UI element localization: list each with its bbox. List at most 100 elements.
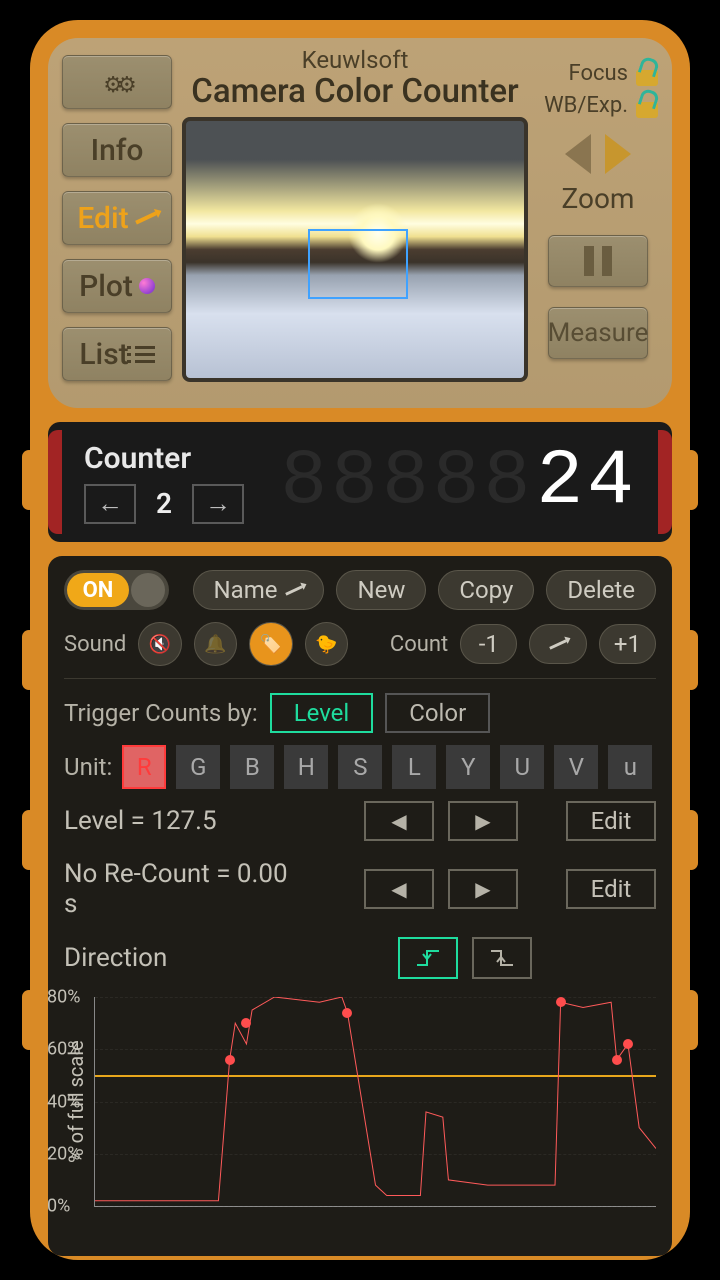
sound-mute-button[interactable]: 🔇 [138,622,181,666]
measure-button[interactable]: Measure [548,307,648,359]
plot-button[interactable]: Plot [62,259,172,313]
gears-icon [103,65,130,100]
info-button[interactable]: Info [62,123,172,177]
falling-edge-icon [489,947,515,969]
signal-chart: % of full scale 0%20%40%60%80% [64,997,656,1207]
top-panel: Info Edit Plot List Keuwlsoft Camera Col… [48,38,672,408]
plot-label: Plot [79,269,133,304]
plot-icon [139,278,155,294]
level-edit-button[interactable]: Edit [566,801,656,841]
right-column: Focus WB/Exp. Zoom Measure [538,50,658,394]
padlock-icon [636,60,658,86]
name-label: Name [214,576,278,604]
power-toggle[interactable]: ON [64,570,169,610]
recount-decrease-button[interactable]: ◀ [364,869,434,909]
count-plus-button[interactable]: +1 [599,624,656,664]
sound-bell-button[interactable]: 🔔 [194,622,237,666]
settings-button[interactable] [62,55,172,109]
device-frame: Info Edit Plot List Keuwlsoft Camera Col… [30,20,690,1260]
toggle-on-label: ON [67,573,129,607]
ytick-label: 60% [47,1039,80,1060]
counter-index: 2 [156,487,172,520]
trigger-color-button[interactable]: Color [385,693,490,733]
app-title: Camera Color Counter [182,72,528,111]
ytick-label: 40% [47,1091,80,1112]
trigger-label: Trigger Counts by: [64,699,258,727]
unit-u-button[interactable]: U [500,745,544,789]
ytick-label: 80% [47,987,80,1008]
counter-prev-button[interactable]: ← [84,484,136,524]
count-label: Count [390,632,448,657]
zoom-out-button[interactable] [565,134,591,174]
mute-icon: 🔇 [149,634,171,655]
buzzer-icon: 🏷️ [260,634,282,655]
wbexp-lock[interactable]: WB/Exp. [538,92,658,118]
unit-r-button[interactable]: R [122,745,166,789]
edit-button[interactable]: Edit [62,191,172,245]
counter-display: Counter ← 2 → 88888 24 [48,422,672,542]
level-increase-button[interactable]: ▶ [448,801,518,841]
sound-buzzer-button[interactable]: 🏷️ [249,622,292,666]
camera-viewer[interactable] [182,117,528,382]
count-reset-button[interactable] [529,624,586,664]
counter-next-button[interactable]: → [192,484,244,524]
count-minus-button[interactable]: -1 [460,624,517,664]
recount-text: No Re-Count = 0.00 s [64,859,304,919]
trigger-level-button[interactable]: Level [270,693,374,733]
edit-label: Edit [77,201,128,236]
name-button[interactable]: Name [193,570,325,610]
pencil-icon [135,212,157,225]
list-button[interactable]: List [62,327,172,381]
wbexp-label: WB/Exp. [544,93,628,118]
trigger-marker [623,1039,633,1049]
focus-lock[interactable]: Focus [538,60,658,86]
unit-u-button[interactable]: u [608,745,652,789]
brand-label: Keuwlsoft [182,46,528,74]
bell-icon: 🔔 [204,634,226,655]
zoom-controls [565,134,631,174]
level-decrease-button[interactable]: ◀ [364,801,434,841]
new-button[interactable]: New [336,570,426,610]
recount-increase-button[interactable]: ▶ [448,869,518,909]
recount-edit-button[interactable]: Edit [566,869,656,909]
center-column: Keuwlsoft Camera Color Counter [182,50,528,394]
unit-v-button[interactable]: V [554,745,598,789]
segment-display: 88888 24 [280,438,638,526]
unit-label: Unit: [64,753,112,781]
unit-b-button[interactable]: B [230,745,274,789]
settings-panel: ON Name New Copy Delete Sound 🔇 🔔 🏷️ 🐤 C… [48,556,672,1256]
unit-g-button[interactable]: G [176,745,220,789]
roi-rectangle[interactable] [308,229,408,299]
sound-label: Sound [64,632,126,657]
copy-button[interactable]: Copy [438,570,534,610]
rising-edge-icon [415,947,441,969]
sound-bird-button[interactable]: 🐤 [305,622,348,666]
delete-button[interactable]: Delete [546,570,656,610]
ytick-label: 20% [47,1143,80,1164]
direction-falling-button[interactable] [472,937,532,979]
trigger-marker [342,1008,352,1018]
ytick-label: 0% [47,1196,70,1217]
direction-rising-button[interactable] [398,937,458,979]
trigger-marker [225,1055,235,1065]
segment-ghost: 88888 [280,438,534,526]
bird-icon: 🐤 [315,634,337,655]
unit-h-button[interactable]: H [284,745,328,789]
unit-l-button[interactable]: L [392,745,436,789]
counter-title: Counter [84,441,244,476]
zoom-label: Zoom [562,182,635,215]
counter-value: 24 [536,438,638,526]
trigger-marker [612,1055,622,1065]
unit-s-button[interactable]: S [338,745,382,789]
unit-y-button[interactable]: Y [446,745,490,789]
focus-label: Focus [569,61,628,86]
pause-icon [584,246,612,276]
trigger-marker [556,997,566,1007]
pencil-icon [286,585,304,595]
pencil-icon [549,639,567,649]
pause-button[interactable] [548,235,648,287]
direction-label: Direction [64,943,304,973]
padlock-icon [636,92,658,118]
zoom-in-button[interactable] [605,134,631,174]
list-icon [135,346,155,363]
